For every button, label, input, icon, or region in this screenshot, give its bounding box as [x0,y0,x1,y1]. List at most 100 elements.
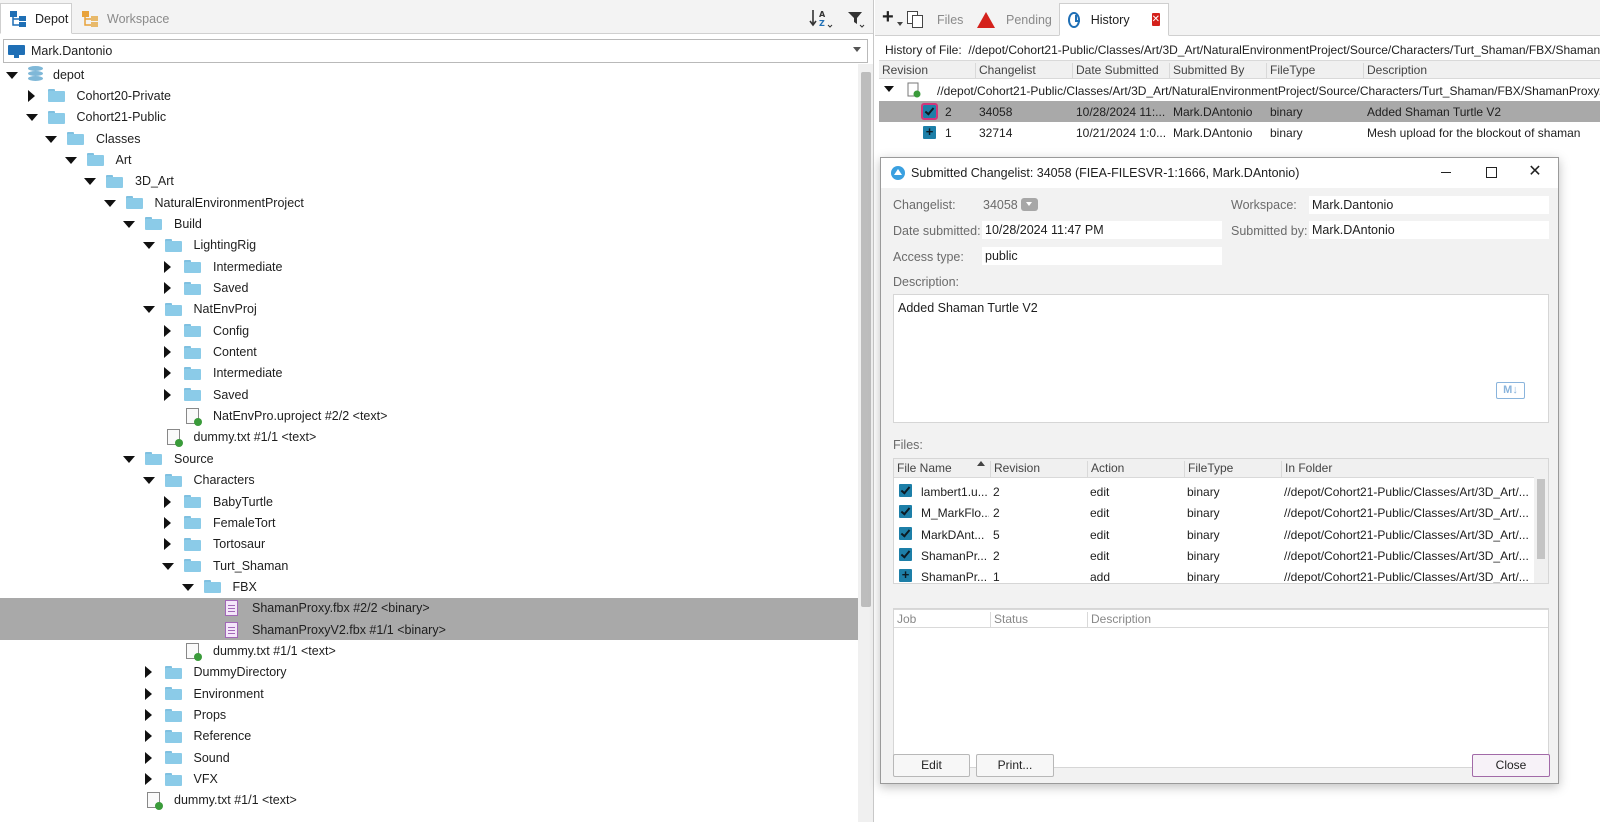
tree-node[interactable]: dummy.txt #1/1 <text> [0,640,858,661]
tree-node[interactable]: dummy.txt #1/1 <text> [0,790,858,811]
tree-node[interactable]: Cohort20-Private [0,85,858,106]
expand-arrow-icon[interactable] [122,217,136,231]
expand-arrow-icon[interactable] [103,196,117,210]
maximize-button[interactable] [1483,164,1499,180]
tab-workspace[interactable]: Workspace [73,3,175,34]
tree-node[interactable]: Art [0,149,858,170]
tree-node[interactable]: Saved [0,278,858,299]
tree-node[interactable]: Turt_Shaman [0,555,858,576]
tree-node[interactable]: NatEnvPro.uproject #2/2 <text> [0,406,858,427]
tree-node[interactable]: Sound [0,747,858,768]
changelist-dropdown-icon[interactable] [1021,198,1038,211]
col-file-action[interactable]: Action [1087,461,1124,477]
markdown-icon[interactable]: M↓ [1496,382,1525,399]
edit-button[interactable]: Edit [893,754,970,777]
col-date-submitted[interactable]: Date Submitted [1072,63,1159,78]
expand-arrow-icon[interactable] [142,302,156,316]
col-job-status[interactable]: Status [990,612,1028,627]
filter-icon[interactable] [846,7,866,29]
tab-depot[interactable]: Depot [0,3,72,34]
col-file-name[interactable]: File Name [894,461,990,477]
print-button[interactable]: Print... [976,754,1054,777]
tree-node[interactable]: Build [0,213,858,234]
collapse-arrow-icon[interactable] [161,324,175,338]
file-row[interactable]: MarkDAnt... 5 edit binary //depot/Cohort21-P… [894,523,1534,544]
collapse-arrow-icon[interactable] [142,729,156,743]
access-type-field[interactable]: public [982,247,1222,265]
close-window-button[interactable]: ✕ [1527,164,1543,180]
tab-pending[interactable]: Pending [977,3,1052,36]
tree-node[interactable]: BabyTurtle [0,491,858,512]
collapse-arrow-icon[interactable] [161,345,175,359]
col-file-folder[interactable]: In Folder [1281,461,1332,477]
col-revision[interactable]: Revision [879,63,928,78]
collapse-arrow-icon[interactable] [142,687,156,701]
collapse-arrow-icon[interactable] [142,708,156,722]
expand-arrow-icon[interactable] [44,132,58,146]
expand-arrow-icon[interactable] [142,473,156,487]
submitted-by-field[interactable]: Mark.DAntonio [1309,221,1549,239]
col-submitted-by[interactable]: Submitted By [1169,63,1244,78]
tree-node[interactable]: DummyDirectory [0,662,858,683]
close-button[interactable]: Close [1472,754,1550,777]
tree-node[interactable]: NaturalEnvironmentProject [0,192,858,213]
collapse-arrow-icon[interactable] [161,537,175,551]
collapse-arrow-icon[interactable] [25,89,39,103]
col-filetype[interactable]: FileType [1266,63,1315,78]
expand-icon[interactable] [884,86,894,92]
collapse-arrow-icon[interactable] [161,388,175,402]
collapse-arrow-icon[interactable] [142,772,156,786]
expand-arrow-icon[interactable] [161,559,175,573]
expand-arrow-icon[interactable] [64,153,78,167]
workspace-dropdown[interactable]: Mark.Dantonio [3,39,868,63]
history-row[interactable]: +1 32714 10/21/2024 1:0... Mark.DAntonio bin… [879,122,1600,143]
tree-node[interactable]: FBX [0,576,858,597]
tree-scrollbar-thumb[interactable] [861,72,871,607]
tree-node[interactable]: Classes [0,128,858,149]
tree-node[interactable]: Props [0,705,858,726]
tree-node[interactable]: Saved [0,384,858,405]
tree-node[interactable]: Intermediate [0,256,858,277]
workspace-field[interactable]: Mark.Dantonio [1309,196,1549,214]
expand-arrow-icon[interactable] [122,452,136,466]
minimize-button[interactable] [1438,164,1454,180]
dialog-title-bar[interactable]: Submitted Changelist: 34058 (FIEA-FILESV… [881,158,1558,188]
collapse-arrow-icon[interactable] [142,665,156,679]
tree-node[interactable]: Config [0,320,858,341]
file-row[interactable]: + ShamanPr... 1 add binary //depot/Cohort21-P… [894,565,1534,583]
file-row[interactable]: ShamanPr... 2 edit binary //depot/Cohort21-P… [894,544,1534,565]
collapse-arrow-icon[interactable] [161,495,175,509]
col-file-filetype[interactable]: FileType [1184,461,1233,477]
tree-node[interactable]: VFX [0,769,858,790]
tab-history[interactable]: History ✕ [1059,3,1169,36]
tree-node[interactable]: dummy.txt #1/1 <text> [0,427,858,448]
history-file-group[interactable]: //depot/Cohort21-Public/Classes/Art/3D_A… [879,80,1600,101]
col-job-description[interactable]: Description [1087,612,1151,627]
history-row[interactable]: 2 34058 10/28/2024 11:... Mark.DAntonio bina… [879,101,1600,122]
collapse-arrow-icon[interactable] [161,516,175,530]
close-tab-icon[interactable]: ✕ [1151,13,1160,26]
collapse-arrow-icon[interactable] [161,281,175,295]
collapse-arrow-icon[interactable] [161,366,175,380]
tree-node[interactable]: Content [0,342,858,363]
file-row[interactable]: M_MarkFlo... 2 edit binary //depot/Cohort21-… [894,501,1534,522]
tab-files[interactable]: Files [907,3,963,36]
expand-arrow-icon[interactable] [181,580,195,594]
files-scrollbar[interactable] [1534,459,1548,583]
expand-arrow-icon[interactable] [142,238,156,252]
tree-node[interactable]: ShamanProxy.fbx #2/2 <binary> [0,597,858,619]
col-file-revision[interactable]: Revision [990,461,1040,477]
tree-node[interactable]: LightingRig [0,235,858,256]
collapse-arrow-icon[interactable] [142,751,156,765]
tree-node[interactable]: Tortosaur [0,534,858,555]
tree-node[interactable]: Intermediate [0,363,858,384]
tree-node[interactable]: 3D_Art [0,171,858,192]
date-submitted-field[interactable]: 10/28/2024 11:47 PM [982,221,1222,239]
tree-node[interactable]: Environment [0,683,858,704]
files-scrollbar-thumb[interactable] [1537,479,1545,559]
tree-node[interactable]: Characters [0,470,858,491]
tree-node[interactable]: FemaleTort [0,512,858,533]
expand-arrow-icon[interactable] [83,174,97,188]
description-box[interactable]: Added Shaman Turtle V2 M↓ [893,294,1549,423]
tree-node[interactable]: Cohort21-Public [0,107,858,128]
